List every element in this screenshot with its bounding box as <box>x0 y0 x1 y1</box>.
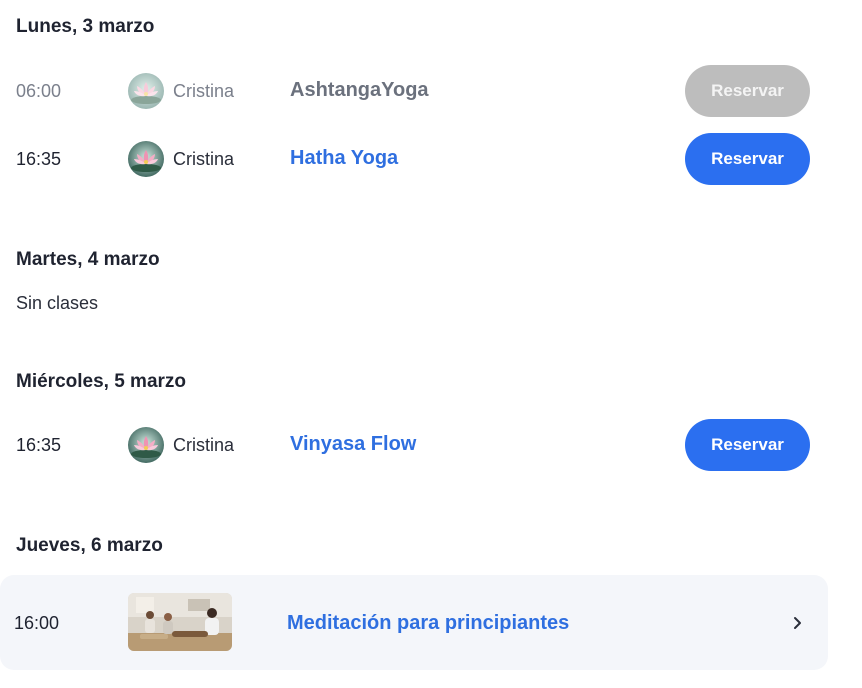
day-heading-tuesday: Martes, 4 marzo <box>16 249 160 270</box>
reserve-button-disabled: Reservar <box>685 65 810 117</box>
lotus-avatar-icon <box>128 427 164 463</box>
class-name-link[interactable]: Hatha Yoga <box>290 145 398 171</box>
day-heading-wednesday: Miércoles, 5 marzo <box>16 371 187 392</box>
class-row: 06:00 Cristina AshtangaYoga Reservar <box>0 65 828 117</box>
day-heading-monday: Lunes, 3 marzo <box>16 16 155 37</box>
day-heading-thursday: Jueves, 6 marzo <box>16 535 163 556</box>
class-name: AshtangaYoga <box>290 79 429 101</box>
chevron-right-icon <box>790 613 806 633</box>
class-name-link[interactable]: Vinyasa Flow <box>290 431 416 457</box>
instructor-name: Cristina <box>173 435 235 455</box>
class-time: 16:00 <box>14 613 60 633</box>
class-time: 16:35 <box>16 435 62 455</box>
instructor-name: Cristina <box>173 149 235 169</box>
featured-class-card[interactable]: 16:00 Meditación para principiantes <box>0 575 828 670</box>
class-row: 16:35 Cristina Vinyasa Flow Reservar <box>0 419 828 471</box>
class-row: 16:35 Cristina Hatha Yoga Reservar <box>0 133 828 185</box>
lotus-avatar-icon <box>128 73 164 109</box>
reserve-button[interactable]: Reservar <box>685 419 810 471</box>
no-classes-text: Sin clases <box>16 293 99 313</box>
instructor-name: Cristina <box>173 81 235 101</box>
reserve-button[interactable]: Reservar <box>685 133 810 185</box>
lotus-avatar-icon <box>128 141 164 177</box>
class-schedule: Lunes, 3 marzo 06:00 Cristina AshtangaYo… <box>0 0 862 688</box>
class-name: Meditación para principiantes <box>287 612 570 634</box>
class-time: 16:35 <box>16 149 62 169</box>
meditation-class-thumbnail <box>128 593 232 651</box>
class-time: 06:00 <box>16 81 62 101</box>
